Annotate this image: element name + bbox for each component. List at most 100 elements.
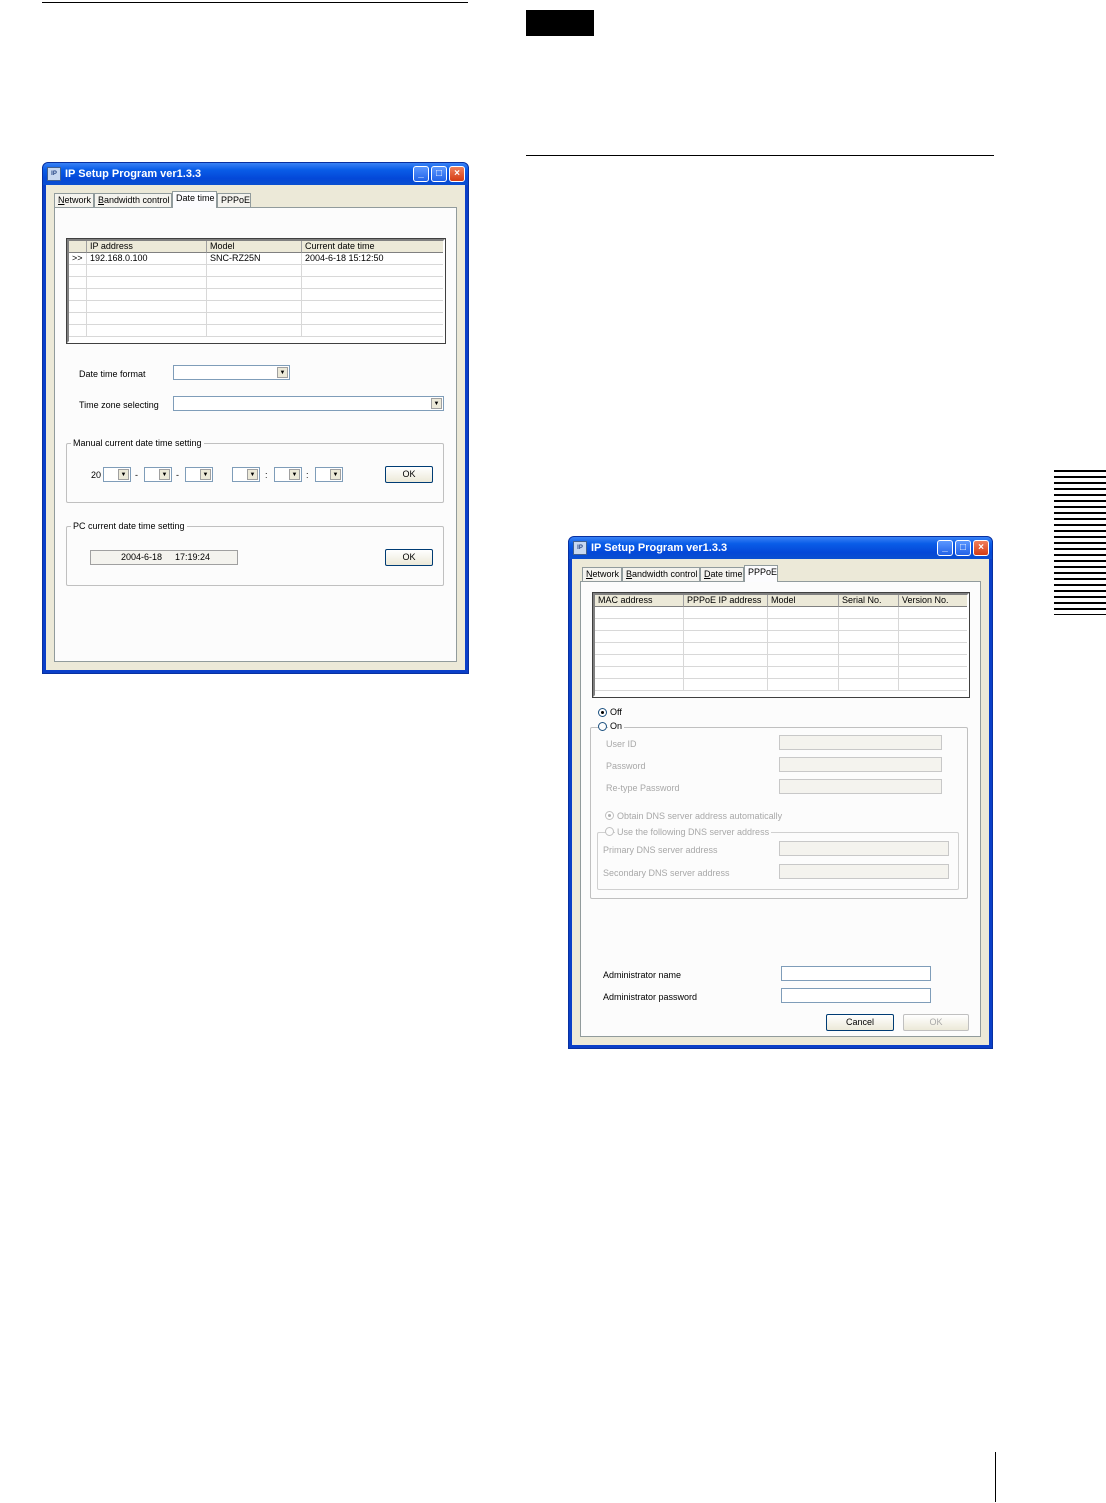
tab-pppoe[interactable]: PPPoE (744, 565, 778, 582)
retype-password-label: Re-type Password (606, 783, 680, 793)
manual-group-title: Manual current date time setting (71, 438, 204, 448)
chevron-down-icon[interactable]: ▼ (200, 469, 211, 480)
col-ip-address[interactable]: IP address (87, 241, 207, 253)
chevron-down-icon[interactable]: ▼ (330, 469, 341, 480)
chevron-down-icon[interactable]: ▼ (289, 469, 300, 480)
retype-password-field[interactable] (779, 779, 942, 794)
day-combo[interactable]: ▼ (185, 467, 213, 482)
tab-bandwidth-control[interactable]: Bandwidth control (622, 567, 700, 581)
title-bar[interactable]: IP IP Setup Program ver1.3.3 _ □ × (569, 537, 992, 559)
user-id-field[interactable] (779, 735, 942, 750)
chevron-down-icon[interactable]: ▼ (247, 469, 258, 480)
admin-password-label: Administrator password (603, 992, 698, 1002)
tab-network[interactable]: Network (582, 567, 622, 581)
maximize-button[interactable]: □ (955, 540, 971, 556)
chevron-down-icon[interactable]: ▼ (118, 469, 129, 480)
time-separator: : (265, 470, 268, 480)
tab-pppoe[interactable]: PPPoE (217, 193, 251, 207)
pppoe-on-radio[interactable] (598, 722, 607, 731)
title-bar[interactable]: IP IP Setup Program ver1.3.3 _ □ × (43, 163, 468, 185)
col-marker[interactable] (69, 241, 87, 253)
col-model[interactable]: Model (768, 595, 839, 607)
year-combo[interactable]: ▼ (103, 467, 131, 482)
table-row (69, 265, 443, 277)
time-zone-label: Time zone selecting (79, 400, 159, 410)
table-row (69, 289, 443, 301)
second-combo[interactable]: ▼ (315, 467, 343, 482)
pc-time: 17:19:24 (175, 552, 211, 562)
tab-date-time[interactable]: Date time (700, 567, 744, 581)
primary-dns-label: Primary DNS server address (603, 845, 718, 855)
date-time-format-combo[interactable]: ▼ (173, 365, 290, 380)
table-row (595, 619, 967, 631)
table-row (595, 607, 967, 619)
app-icon: IP (47, 167, 61, 181)
chapter-index-tab (1054, 470, 1106, 615)
tab-bandwidth-control[interactable]: Bandwidth control (94, 193, 172, 207)
time-separator: : (306, 470, 309, 480)
window-title: IP Setup Program ver1.3.3 (65, 168, 202, 180)
col-model[interactable]: Model (207, 241, 302, 253)
password-field[interactable] (779, 757, 942, 772)
maximize-button[interactable]: □ (431, 166, 447, 182)
camera-list[interactable]: IP address Model Current date time >> 19… (67, 239, 445, 343)
table-row (595, 679, 967, 691)
chevron-down-icon[interactable]: ▼ (431, 398, 442, 409)
admin-password-field[interactable] (781, 988, 931, 1003)
col-serial-no[interactable]: Serial No. (839, 595, 899, 607)
tab-network[interactable]: Network (54, 193, 94, 207)
ok-button[interactable]: OK (903, 1014, 969, 1031)
chevron-down-icon[interactable]: ▼ (277, 367, 288, 378)
col-mac-address[interactable]: MAC address (595, 595, 684, 607)
device-list-frame: MAC address PPPoE IP address Model Seria… (592, 592, 970, 698)
list-header: MAC address PPPoE IP address Model Seria… (595, 595, 967, 607)
table-row[interactable]: >> 192.168.0.100 SNC-RZ25N 2004-6-18 15:… (69, 253, 443, 265)
row-datetime: 2004-6-18 15:12:50 (302, 253, 443, 265)
dns-auto-label: Obtain DNS server address automatically (617, 811, 783, 821)
minimize-button[interactable]: _ (413, 166, 429, 182)
section-rule-right (526, 155, 994, 156)
device-list[interactable]: MAC address PPPoE IP address Model Seria… (593, 593, 969, 697)
pppoe-on-label: On (608, 721, 625, 731)
row-ip: 192.168.0.100 (87, 253, 207, 265)
window-client: Network Bandwidth control Date time PPPo… (46, 185, 465, 670)
dns-manual-radio[interactable] (605, 827, 614, 836)
dns-auto-radio[interactable] (605, 811, 614, 820)
col-current-date-time[interactable]: Current date time (302, 241, 443, 253)
secondary-dns-field[interactable] (779, 864, 949, 879)
camera-list-frame: IP address Model Current date time >> 19… (66, 238, 446, 344)
date-time-format-label: Date time format (79, 369, 146, 379)
password-label: Password (606, 761, 646, 771)
tab-date-time[interactable]: Date time (172, 191, 217, 208)
hour-combo[interactable]: ▼ (232, 467, 260, 482)
close-button[interactable]: × (973, 540, 989, 556)
pppoe-panel: MAC address PPPoE IP address Model Seria… (580, 581, 981, 1037)
col-version-no[interactable]: Version No. (899, 595, 967, 607)
secondary-dns-label: Secondary DNS server address (603, 868, 730, 878)
window-title: IP Setup Program ver1.3.3 (591, 542, 728, 554)
time-zone-combo[interactable]: ▼ (173, 396, 444, 411)
close-button[interactable]: × (449, 166, 465, 182)
minimize-button[interactable]: _ (937, 540, 953, 556)
pppoe-off-radio[interactable] (598, 708, 607, 717)
list-header: IP address Model Current date time (69, 241, 443, 253)
pc-ok-button[interactable]: OK (385, 549, 433, 566)
minute-combo[interactable]: ▼ (274, 467, 302, 482)
manual-ok-button[interactable]: OK (385, 466, 433, 483)
admin-name-label: Administrator name (603, 970, 682, 980)
cancel-button[interactable]: Cancel (826, 1014, 894, 1031)
admin-name-field[interactable] (781, 966, 931, 981)
table-row (69, 277, 443, 289)
month-combo[interactable]: ▼ (144, 467, 172, 482)
top-rule-left (42, 2, 468, 3)
table-row (595, 655, 967, 667)
row-marker: >> (69, 253, 87, 265)
year-prefix: 20 (91, 470, 102, 480)
primary-dns-field[interactable] (779, 841, 949, 856)
col-pppoe-ip-address[interactable]: PPPoE IP address (684, 595, 768, 607)
app-icon: IP (573, 541, 587, 555)
page-number-rule (995, 1452, 996, 1502)
pc-group-title: PC current date time setting (71, 521, 187, 531)
ip-setup-window-date-time: IP IP Setup Program ver1.3.3 _ □ × Netwo… (42, 162, 469, 674)
chevron-down-icon[interactable]: ▼ (159, 469, 170, 480)
